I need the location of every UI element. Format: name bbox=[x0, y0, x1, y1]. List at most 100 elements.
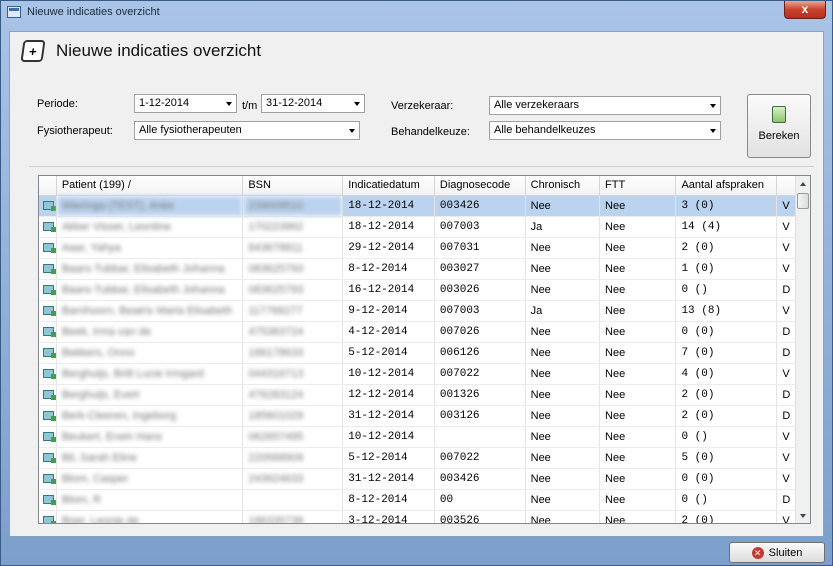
table-row[interactable]: Aaar, Yahya 843678811 29-12-2014 007031 Nee N… bbox=[39, 237, 808, 259]
row-icon-cell bbox=[39, 405, 57, 427]
table-row[interactable]: Beukert, Erwin Hans 062657495 10-12-2014 Ne… bbox=[39, 426, 808, 448]
cell-patient: Akker Visser, Leontine bbox=[56, 216, 244, 238]
indication-icon bbox=[43, 201, 56, 211]
indication-icon bbox=[43, 516, 56, 523]
cell-indicatiedatum: 5-12-2014 bbox=[342, 342, 435, 364]
table-row[interactable]: Akker Visser, Leontine 170223962 18-12-201… bbox=[39, 216, 808, 238]
window-close-button[interactable]: x bbox=[784, 1, 826, 19]
cell-chronisch: Nee bbox=[525, 447, 601, 469]
cell-diagnosecode: 003526 bbox=[434, 510, 526, 523]
table-row[interactable]: Bekkers, Onno 186178633 5-12-2014 006126 Nee… bbox=[39, 342, 808, 364]
sluiten-button[interactable]: ✕ Sluiten bbox=[729, 542, 825, 563]
cell-bsn: 475383724 bbox=[242, 321, 344, 343]
cell-indicatiedatum: 3-12-2014 bbox=[342, 510, 435, 523]
cell-aantal-afspraken: 0 (0) bbox=[675, 468, 778, 490]
table-row[interactable]: Baars-Tubbar, Elisabeth Johanna 083625793… bbox=[39, 279, 808, 301]
cell-ftt: Nee bbox=[599, 510, 677, 523]
table-row[interactable]: Barnhoorn, Beatrix Maria Elisabeth 117768… bbox=[39, 300, 808, 322]
cell-bsn: 476283124 bbox=[242, 384, 344, 406]
bereken-button[interactable]: Bereken bbox=[747, 94, 811, 158]
cell-patient: Beek, Irma van de bbox=[56, 321, 244, 343]
cell-chronisch: Nee bbox=[525, 363, 601, 385]
table-row[interactable]: Berk-Cleeren, Ingeborg 185601029 31-12-201… bbox=[39, 405, 808, 427]
row-icon-cell bbox=[39, 258, 57, 280]
column-header-ftt[interactable]: FTT bbox=[599, 176, 677, 196]
cell-bsn: 117768277 bbox=[242, 300, 344, 322]
table-row[interactable]: Berghuijs, Evert 476283124 12-12-2014 00132… bbox=[39, 384, 808, 406]
cell-indicatiedatum: 16-12-2014 bbox=[342, 279, 435, 301]
column-header-aantal-afspraken[interactable]: Aantal afspraken bbox=[675, 176, 778, 196]
scroll-up-icon[interactable] bbox=[796, 176, 810, 192]
indication-icon bbox=[43, 348, 56, 358]
table-row[interactable]: Berghuijs, Britt Lucie Irmgard 044316713 1… bbox=[39, 363, 808, 385]
cell-ftt: Nee bbox=[599, 384, 677, 406]
behandelkeuze-select[interactable]: Alle behandelkeuzes bbox=[489, 121, 721, 140]
cell-patient: Bil, Sarah Eline bbox=[56, 447, 244, 469]
table-row[interactable]: Beek, Irma van de 475383724 4-12-2014 00702… bbox=[39, 321, 808, 343]
cell-ftt: Nee bbox=[599, 195, 677, 217]
cell-aantal-afspraken: 2 (0) bbox=[675, 510, 778, 523]
periode-from-picker[interactable]: 1-12-2014 bbox=[134, 94, 237, 113]
table-row[interactable]: Boer, Leonie de 186335738 3-12-2014 003526 N… bbox=[39, 510, 808, 523]
cell-chronisch: Nee bbox=[525, 426, 601, 448]
cell-diagnosecode: 007026 bbox=[434, 321, 526, 343]
cell-aantal-afspraken: 3 (0) bbox=[675, 195, 778, 217]
vertical-scrollbar[interactable] bbox=[795, 176, 810, 523]
scroll-thumb[interactable] bbox=[797, 193, 809, 209]
cell-patient: Barnhoorn, Beatrix Maria Elisabeth bbox=[56, 300, 244, 322]
cell-patient: Wieringa (TEST), Anke bbox=[56, 195, 244, 217]
cell-bsn: 044316713 bbox=[242, 363, 344, 385]
row-icon-cell bbox=[39, 510, 57, 523]
table-row[interactable]: Wieringa (TEST), Anke 239009510 18-12-2014… bbox=[39, 195, 808, 217]
periode-to-picker[interactable]: 31-12-2014 bbox=[261, 94, 365, 113]
table-row[interactable]: Bil, Sarah Eline 220568909 5-12-2014 007022… bbox=[39, 447, 808, 469]
column-header-diagnosecode[interactable]: Diagnosecode bbox=[434, 176, 526, 196]
cell-bsn: 186178633 bbox=[242, 342, 344, 364]
verzekeraar-select[interactable]: Alle verzekeraars bbox=[489, 96, 721, 115]
cell-indicatiedatum: 10-12-2014 bbox=[342, 363, 435, 385]
divider bbox=[29, 166, 814, 167]
column-header-chronisch[interactable]: Chronisch bbox=[525, 176, 601, 196]
column-header-indicatiedatum[interactable]: Indicatiedatum bbox=[342, 176, 435, 196]
fysiotherapeut-select[interactable]: Alle fysiotherapeuten bbox=[134, 121, 360, 140]
cell-aantal-afspraken: 2 (0) bbox=[675, 237, 778, 259]
indicaties-grid[interactable]: Patient (199) / BSN Indicatiedatum Diagn… bbox=[38, 175, 811, 524]
scroll-down-icon[interactable] bbox=[796, 508, 810, 523]
cell-ftt: Nee bbox=[599, 216, 677, 238]
row-icon-cell bbox=[39, 363, 57, 385]
cell-indicatiedatum: 8-12-2014 bbox=[342, 258, 435, 280]
table-row[interactable]: Blom, Casper 243924633 31-12-2014 003426 Nee… bbox=[39, 468, 808, 490]
column-header-patient[interactable]: Patient (199) / bbox=[56, 176, 244, 196]
cell-patient: Blom, Casper bbox=[56, 468, 244, 490]
table-row[interactable]: Baars-Tubbar, Elisabeth Johanna 083625793… bbox=[39, 258, 808, 280]
cell-chronisch: Nee bbox=[525, 489, 601, 511]
cell-bsn: 220568909 bbox=[242, 447, 344, 469]
cell-aantal-afspraken: 0 () bbox=[675, 489, 778, 511]
cell-diagnosecode: 007022 bbox=[434, 363, 526, 385]
cell-chronisch: Nee bbox=[525, 468, 601, 490]
cell-diagnosecode: 00 bbox=[434, 489, 526, 511]
page-title: Nieuwe indicaties overzicht bbox=[56, 41, 262, 60]
cell-ftt: Nee bbox=[599, 258, 677, 280]
indication-icon bbox=[43, 306, 56, 316]
chevron-down-icon bbox=[349, 129, 355, 133]
cell-aantal-afspraken: 13 (8) bbox=[675, 300, 778, 322]
cell-chronisch: Nee bbox=[525, 384, 601, 406]
cell-indicatiedatum: 18-12-2014 bbox=[342, 195, 435, 217]
filter-panel: Periode: 1-12-2014 t/m 31-12-2014 Fysiot… bbox=[29, 83, 814, 163]
indication-icon bbox=[43, 453, 56, 463]
cell-ftt: Nee bbox=[599, 363, 677, 385]
column-header-bsn[interactable]: BSN bbox=[242, 176, 344, 196]
tm-label: t/m bbox=[242, 100, 258, 112]
table-row[interactable]: Blom, R 8-12-2014 00 Nee Nee 0 () D bbox=[39, 489, 808, 511]
cell-diagnosecode: 003426 bbox=[434, 195, 526, 217]
cell-diagnosecode: 006126 bbox=[434, 342, 526, 364]
cell-chronisch: Nee bbox=[525, 258, 601, 280]
cell-aantal-afspraken: 2 (0) bbox=[675, 405, 778, 427]
cell-patient: Berk-Cleeren, Ingeborg bbox=[56, 405, 244, 427]
verzekeraar-value: Alle verzekeraars bbox=[494, 99, 579, 111]
cell-chronisch: Nee bbox=[525, 342, 601, 364]
bereken-label: Bereken bbox=[758, 130, 800, 142]
cell-bsn: 083625793 bbox=[242, 258, 344, 280]
row-icon-cell bbox=[39, 384, 57, 406]
